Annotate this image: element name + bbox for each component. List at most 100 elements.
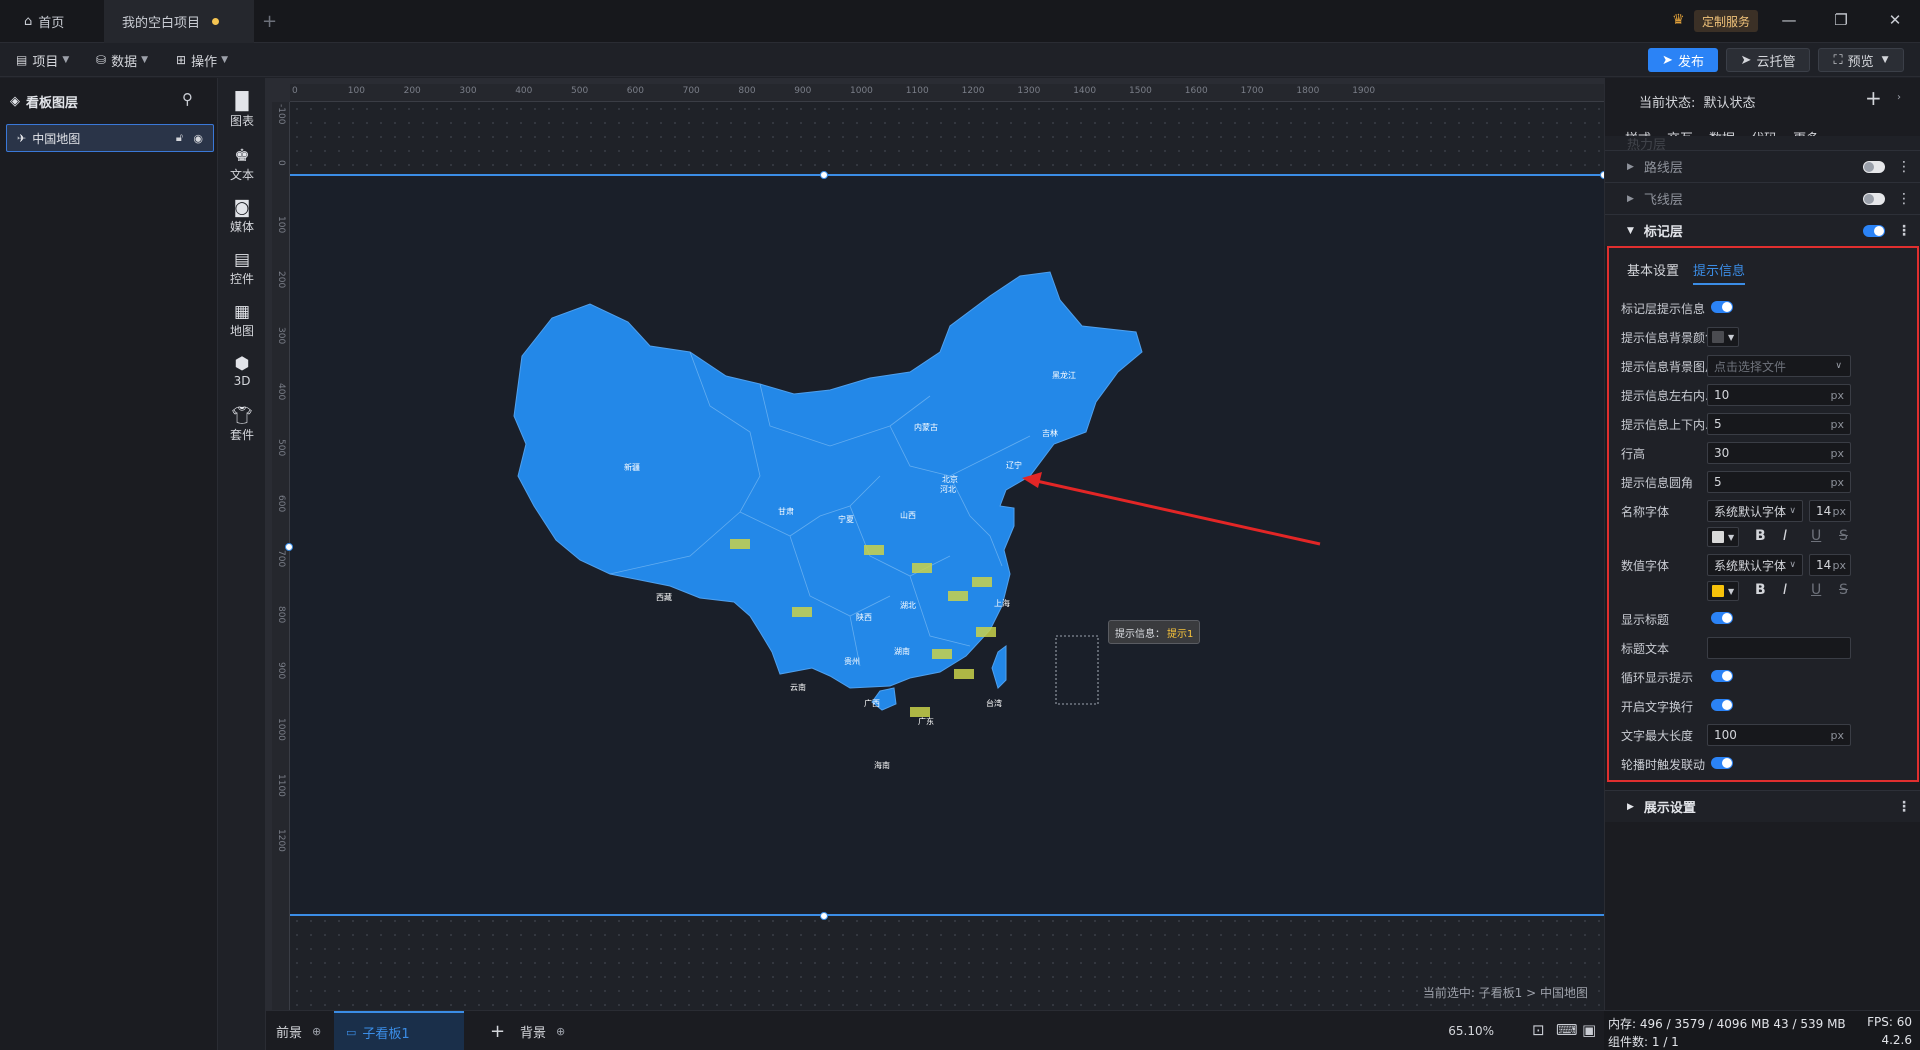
map-marker[interactable] [948,591,968,601]
section-display-settings[interactable]: ▶ 展示设置 ⋮ [1605,790,1920,822]
value-font-size-input[interactable]: 14 px [1809,554,1851,576]
component-text[interactable]: ♚ 文本 [218,146,266,183]
padding-lr-input[interactable]: 10 px [1707,384,1851,406]
menu-data[interactable]: ⛁ 数据 ▼ [96,43,148,77]
layer-item-china-map[interactable]: ✈ 中国地图 🔓︎ ◉ [6,124,214,152]
component-map[interactable]: ▦ 地图 [218,302,266,339]
road-layer-toggle[interactable] [1863,161,1885,173]
sub-board[interactable]: 新疆 西藏 甘肃 内蒙古 黑龙江 吉林 辽宁 北京 河北 宁夏 山西 陕西 湖北 湖南 贵州 云南 广西 广东 台湾… [285,171,1604,920]
fit-screen-icon[interactable]: ⊡ [1532,1021,1545,1039]
chevron-right-icon[interactable]: › [1897,92,1901,103]
component-3d[interactable]: ⬢ 3D [218,354,266,388]
more-icon[interactable]: ⋮ [1897,159,1911,175]
add-tab-button[interactable]: + [262,0,277,43]
name-font-size-input[interactable]: 14 px [1809,500,1851,522]
workspace[interactable]: 新疆 西藏 甘肃 内蒙古 黑龙江 吉林 辽宁 北京 河北 宁夏 山西 陕西 湖北 湖南 贵州 云南 广西 广东 台湾… [285,102,1604,1010]
bg-image-placeholder: 点击选择文件 [1714,359,1787,374]
menu-operate[interactable]: ⊞ 操作 ▼ [176,43,228,77]
resize-handle-left[interactable] [285,543,293,551]
add-state-button[interactable]: + [1865,86,1882,110]
component-media[interactable]: ◙ 媒体 [218,198,266,235]
resize-handle-top[interactable] [820,171,828,179]
italic-icon[interactable]: I [1783,582,1787,598]
add-board-button[interactable]: + [490,1011,505,1050]
cloud-host-button[interactable]: ➤ 云托管 [1726,48,1810,72]
minimize-button[interactable]: — [1774,8,1804,32]
name-color-picker[interactable]: ▼ [1707,527,1739,547]
title-text-input[interactable] [1707,637,1851,659]
resize-handle-bottom[interactable] [820,912,828,920]
map-marker[interactable] [792,607,812,617]
strikethrough-icon[interactable]: S [1839,528,1848,544]
underline-icon[interactable]: U [1811,582,1821,598]
add-circle-icon[interactable]: ⊕ [556,1025,565,1038]
province-label: 辽宁 [1006,460,1022,470]
more-icon[interactable]: ⋮ [1897,799,1911,815]
tip-enable-toggle[interactable] [1711,301,1733,313]
china-map[interactable]: 新疆西藏 甘肃 内蒙古 黑龙江吉林辽宁北京河北宁夏 山西陕西 湖北湖南贵州云南广西广东 台湾… [290,176,1604,776]
radius-input[interactable]: 5 px [1707,471,1851,493]
component-chart[interactable]: ▐▌ 图表 [218,92,266,129]
menu-project[interactable]: ▤ 项目 ▼ [16,43,69,77]
count-label: 组件数: [1608,1035,1649,1049]
name-font-family-select[interactable]: 系统默认字体 ∨ [1707,500,1803,522]
section-road-layer[interactable]: ▶ 路线层 ⋮ [1605,150,1920,182]
prop-radius-label: 提示信息圆角 [1621,476,1694,490]
search-icon[interactable]: ⚲ [182,90,193,108]
canvas-area[interactable]: 0 100 200 300 400 500 600 700 800 900 1000 1100 1200… [266,78,1604,1010]
map-marker[interactable] [976,627,996,637]
bold-icon[interactable]: B [1755,582,1766,598]
custom-service-button[interactable]: 定制服务 [1694,10,1759,32]
bg-image-select[interactable]: 点击选择文件 ∨ [1707,355,1851,377]
subtab-basic[interactable]: 基本设置 [1627,260,1679,285]
preview-button[interactable]: ⛶ 预览 ▼ [1818,48,1904,72]
marker-layer-toggle[interactable] [1863,225,1885,237]
map-marker[interactable] [972,577,992,587]
padding-tb-input[interactable]: 5 px [1707,413,1851,435]
map-marker[interactable] [912,563,932,573]
section-marker-layer[interactable]: ▼ 标记层 ⋮ [1605,214,1920,246]
loop-tip-toggle[interactable] [1711,670,1733,682]
fly-layer-toggle[interactable] [1863,193,1885,205]
value-font-family-select[interactable]: 系统默认字体 ∨ [1707,554,1803,576]
bg-color-picker[interactable]: ▼ [1707,327,1739,347]
more-icon[interactable]: ⋮ [1897,191,1911,207]
strikethrough-icon[interactable]: S [1839,582,1848,598]
tab-foreground[interactable]: 前景 ⊕ [276,1011,321,1050]
terminal-icon[interactable]: ▣ [1582,1021,1596,1039]
map-marker[interactable] [932,649,952,659]
more-icon[interactable]: ⋮ [1897,223,1911,239]
tab-sub-board[interactable]: ▭ 子看板1 [334,1011,464,1050]
tab-background[interactable]: 背景 ⊕ [520,1011,565,1050]
show-title-toggle[interactable] [1711,612,1733,624]
map-marker[interactable] [910,707,930,717]
wrap-text-toggle[interactable] [1711,699,1733,711]
map-marker[interactable] [864,545,884,555]
restore-button[interactable]: ❐ [1826,8,1856,32]
max-len-input[interactable]: 100 px [1707,724,1851,746]
close-button[interactable]: ✕ [1880,8,1910,32]
add-circle-icon[interactable]: ⊕ [312,1025,321,1038]
line-height-input[interactable]: 30 px [1707,442,1851,464]
poll-link-toggle[interactable] [1711,757,1733,769]
section-heat-layer[interactable]: 热力层 [1605,136,1920,150]
eye-icon[interactable]: ◉ [193,132,203,145]
tab-project[interactable]: 我的空白项目 [104,0,254,43]
keyboard-icon[interactable]: ⌨ [1556,1021,1578,1039]
subtab-tooltip[interactable]: 提示信息 [1693,260,1746,285]
component-control[interactable]: ▤ 控件 [218,250,266,287]
underline-icon[interactable]: U [1811,528,1821,544]
value-color-picker[interactable]: ▼ [1707,581,1739,601]
component-kit[interactable]: 👕︎ 套件 [218,406,266,443]
publish-button[interactable]: ➤ 发布 [1648,48,1718,72]
unlock-icon[interactable]: 🔓︎ [176,131,183,145]
china-map-shape[interactable] [513,271,1143,711]
tab-home[interactable]: ⌂ 首页 [24,0,64,43]
map-marker[interactable] [954,669,974,679]
italic-icon[interactable]: I [1783,528,1787,544]
section-fly-layer[interactable]: ▶ 飞线层 ⋮ [1605,182,1920,214]
map-marker[interactable] [730,539,750,549]
zoom-level[interactable]: 65.10% [1448,1024,1494,1038]
state-value[interactable]: 默认状态 [1704,96,1756,111]
bold-icon[interactable]: B [1755,528,1766,544]
